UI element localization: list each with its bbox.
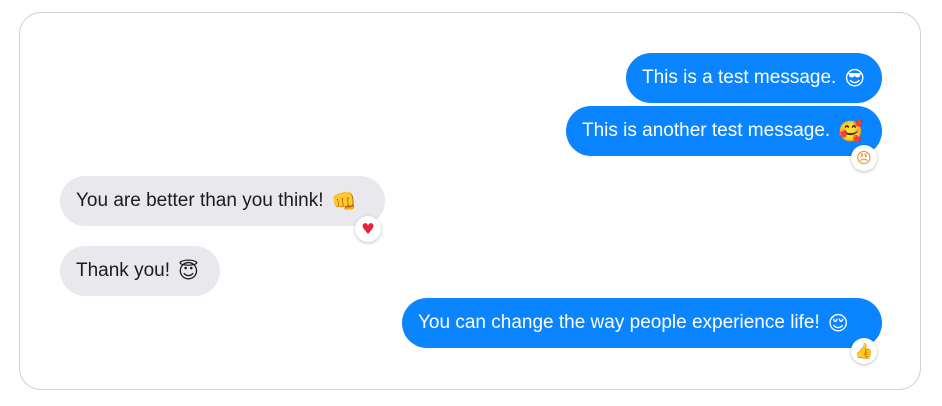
smiling-face-halo-emoji: 😇 — [178, 259, 199, 283]
reaction-angry-icon[interactable]: 😠 — [851, 145, 877, 171]
message-bubble-outgoing[interactable]: This is a test message. 😎 — [626, 53, 882, 103]
smiling-face-sunglasses-emoji: 😎 — [844, 66, 866, 90]
message-text: This is another test message. — [582, 120, 831, 141]
relieved-face-emoji: 😌 — [827, 311, 849, 335]
message-text: You can change the way people experience… — [418, 312, 820, 333]
message-bubble-outgoing[interactable]: This is another test message. 🥰 — [566, 106, 882, 156]
fist-bump-emoji: 👊 — [331, 189, 357, 213]
message-text: This is a test message. — [642, 67, 837, 88]
message-bubble-incoming[interactable]: You are better than you think! 👊 — [60, 176, 385, 226]
message-text: You are better than you think! — [76, 190, 324, 211]
message-text: Thank you! — [76, 260, 170, 281]
message-bubble-incoming[interactable]: Thank you! 😇 — [60, 246, 220, 296]
message-bubble-outgoing[interactable]: You can change the way people experience… — [402, 298, 882, 348]
smiling-face-hearts-emoji: 🥰 — [838, 119, 864, 143]
reaction-heart-icon[interactable]: ♥ — [355, 216, 381, 242]
reaction-thumbs-up-icon[interactable]: 👍 — [851, 338, 877, 364]
